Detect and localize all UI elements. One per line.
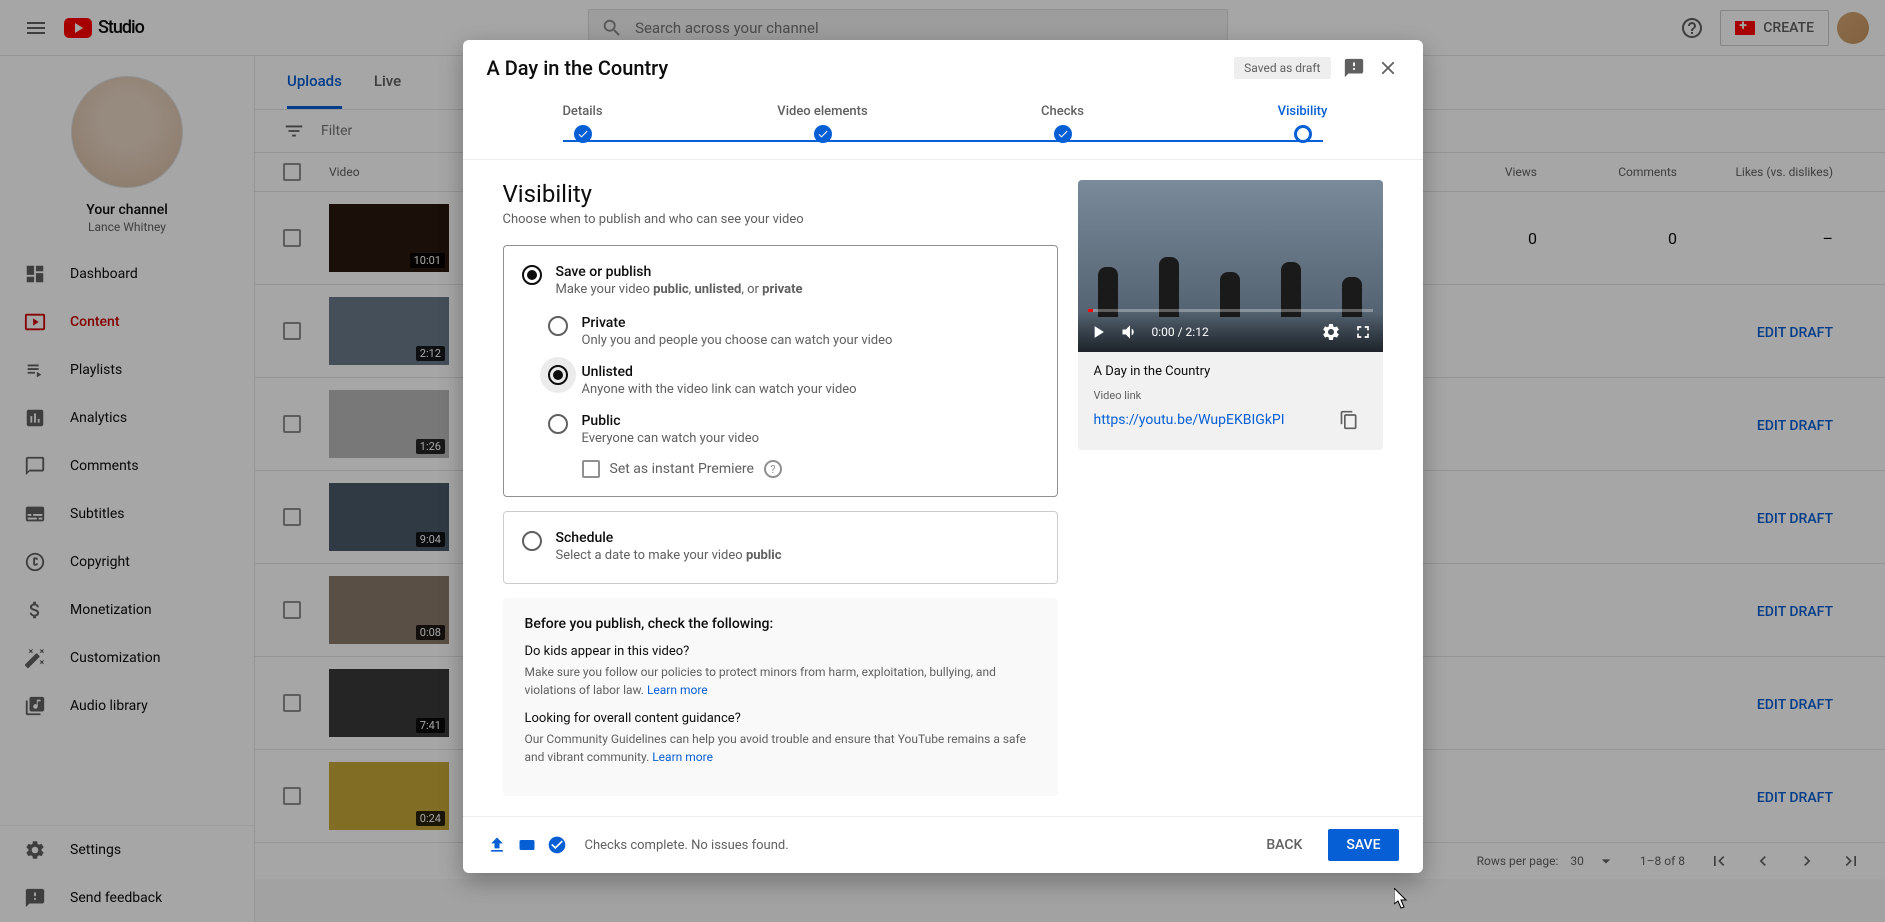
stepper: Details Video elements Checks Visibility (463, 96, 1423, 160)
preview-link-label: Video link (1094, 389, 1367, 402)
save-publish-box: Save or publish Make your video public, … (503, 245, 1058, 497)
video-preview: 0:00 / 2:12 A Day in the Country Video l… (1078, 180, 1383, 450)
hd-icon (517, 835, 537, 855)
preview-link[interactable]: https://youtu.be/WupEKBIGkPI (1094, 412, 1285, 428)
play-icon[interactable] (1088, 322, 1108, 342)
preview-title: A Day in the Country (1094, 364, 1367, 379)
learn-more-link[interactable]: Learn more (647, 683, 708, 697)
video-player[interactable]: 0:00 / 2:12 (1078, 180, 1383, 352)
notice-box: Before you publish, check the following:… (503, 598, 1058, 796)
section-sub: Choose when to publish and who can see y… (503, 212, 1058, 227)
radio-private[interactable] (548, 316, 568, 336)
step-checks[interactable]: Checks (1003, 104, 1123, 143)
draft-badge: Saved as draft (1234, 57, 1330, 79)
learn-more-link-2[interactable]: Learn more (652, 750, 713, 764)
volume-icon[interactable] (1120, 322, 1140, 342)
footer-status: Checks complete. No issues found. (585, 838, 1241, 853)
radio-unlisted[interactable] (548, 365, 568, 385)
save-button[interactable]: SAVE (1328, 829, 1398, 861)
section-title: Visibility (503, 180, 1058, 208)
close-icon[interactable] (1377, 57, 1399, 79)
schedule-box: Schedule Select a date to make your vide… (503, 511, 1058, 584)
step-visibility[interactable]: Visibility (1243, 104, 1363, 143)
fullscreen-icon[interactable] (1353, 322, 1373, 342)
check-status-icon (547, 835, 567, 855)
dialog-title: A Day in the Country (487, 56, 1235, 80)
copy-link-button[interactable] (1331, 402, 1367, 438)
premiere-checkbox[interactable] (582, 460, 600, 478)
feedback-icon[interactable] (1343, 57, 1365, 79)
help-icon[interactable]: ? (764, 460, 782, 478)
step-details[interactable]: Details (523, 104, 643, 143)
upload-dialog: A Day in the Country Saved as draft Deta… (463, 40, 1423, 873)
radio-save-publish[interactable] (522, 265, 542, 285)
radio-public[interactable] (548, 414, 568, 434)
upload-status-icon (487, 835, 507, 855)
video-time: 0:00 / 2:12 (1152, 325, 1309, 339)
step-video-elements[interactable]: Video elements (763, 104, 883, 143)
radio-schedule[interactable] (522, 531, 542, 551)
settings-icon[interactable] (1321, 322, 1341, 342)
back-button[interactable]: BACK (1252, 829, 1316, 861)
